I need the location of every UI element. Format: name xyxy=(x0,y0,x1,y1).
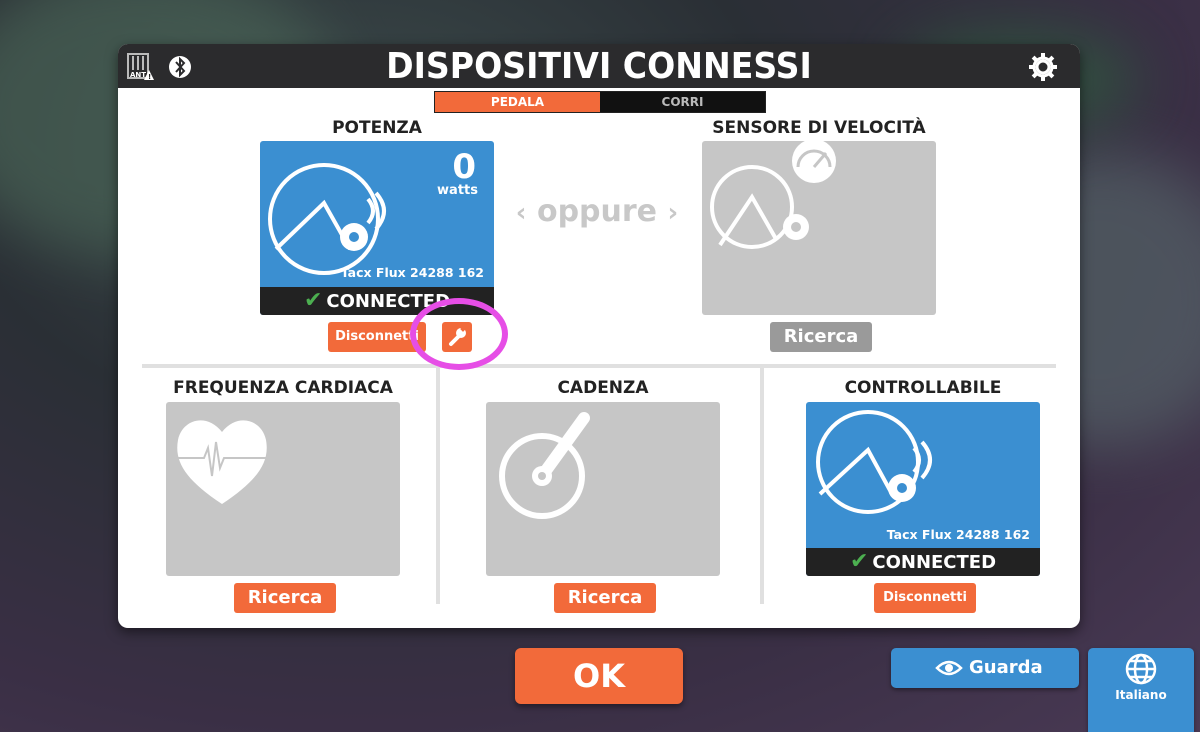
ok-button[interactable]: OK xyxy=(515,648,683,704)
chevron-left-icon: ‹ xyxy=(515,198,527,228)
speed-sensor-card[interactable] xyxy=(702,141,936,315)
heart-rate-card[interactable] xyxy=(166,402,400,576)
check-icon: ✔ xyxy=(849,549,869,574)
tab-pedala[interactable]: PEDALA xyxy=(435,92,600,112)
speed-trainer-icon xyxy=(710,141,836,249)
column-divider xyxy=(436,368,440,604)
section-divider xyxy=(142,364,1056,368)
watch-label: Guarda xyxy=(969,657,1043,678)
heart-rate-search-button[interactable]: Ricerca xyxy=(234,583,336,613)
connected-devices-dialog: ANT ! DISPOSITIVI CONNESSI PEDALA CORRI … xyxy=(118,44,1080,628)
controllable-device-name: Tacx Flux 24288 162 xyxy=(886,527,1030,542)
tab-corri[interactable]: CORRI xyxy=(600,92,765,112)
column-divider xyxy=(760,368,764,604)
ant-plus-icon[interactable]: ANT ! xyxy=(126,52,154,82)
svg-text:!: ! xyxy=(148,73,151,81)
controllable-label: CONTROLLABILE xyxy=(844,378,1002,398)
globe-icon xyxy=(1125,653,1157,685)
dialog-header: ANT ! DISPOSITIVI CONNESSI xyxy=(118,44,1080,88)
check-icon: ✔ xyxy=(303,288,323,313)
power-label: POTENZA xyxy=(332,118,422,138)
chevron-right-icon: › xyxy=(667,198,679,228)
cadence-label: CADENZA xyxy=(557,378,649,398)
power-unit: watts xyxy=(437,183,478,198)
page-title: DISPOSITIVI CONNESSI xyxy=(386,46,812,87)
ant-label: ANT xyxy=(130,71,146,79)
gear-icon[interactable] xyxy=(1028,52,1058,82)
crank-icon xyxy=(499,412,590,519)
heart-rate-label: FREQUENZA CARDIACA xyxy=(173,378,393,398)
or-separator: ‹ oppure › xyxy=(502,194,692,229)
power-value: 0 xyxy=(452,147,476,187)
controllable-disconnect-button[interactable]: Disconnetti xyxy=(874,583,976,613)
highlight-annotation xyxy=(410,298,508,370)
cadence-search-button[interactable]: Ricerca xyxy=(554,583,656,613)
power-device-name: Tacx Flux 24288 162 xyxy=(340,265,484,280)
or-label: oppure xyxy=(536,194,658,229)
speed-sensor-label: SENSORE DI VELOCITÀ xyxy=(712,118,926,138)
language-label: Italiano xyxy=(1115,688,1167,702)
eye-icon xyxy=(935,660,963,676)
cadence-card[interactable] xyxy=(486,402,720,576)
controllable-status-text: CONNECTED xyxy=(872,552,997,573)
watch-button[interactable]: Guarda xyxy=(891,648,1079,688)
mode-tabs: PEDALA CORRI xyxy=(434,91,766,113)
controllable-status: ✔ CONNECTED xyxy=(806,548,1040,576)
speed-search-button[interactable]: Ricerca xyxy=(770,322,872,352)
heart-icon xyxy=(176,420,267,504)
language-button[interactable]: Italiano xyxy=(1088,648,1194,732)
controllable-device-card[interactable]: Tacx Flux 24288 162 ✔ CONNECTED xyxy=(806,402,1040,576)
power-device-card[interactable]: 0 watts Tacx Flux 24288 162 ✔ CONNECTED xyxy=(260,141,494,315)
